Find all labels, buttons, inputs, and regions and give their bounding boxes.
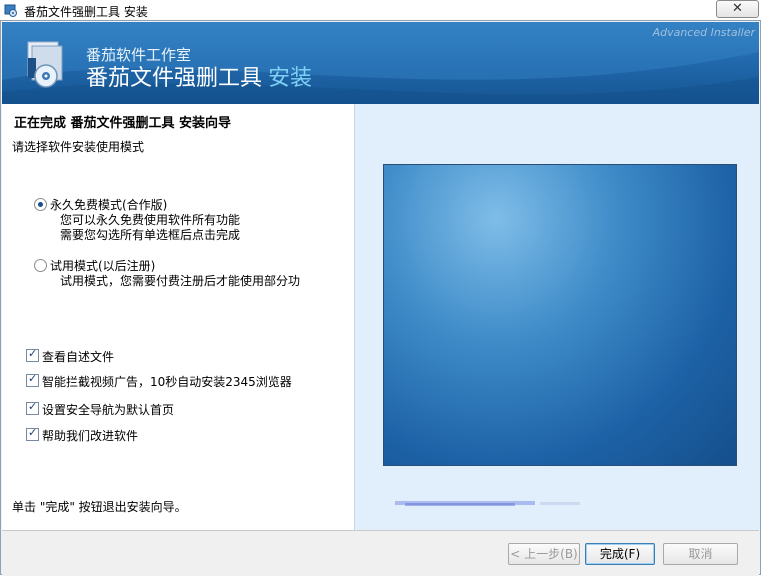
checkbox-improve[interactable] <box>26 426 39 441</box>
checkbox-readme[interactable] <box>26 347 39 362</box>
checkbox-browser-install-label[interactable]: 智能拦截视频广告，10秒自动安装2345浏览器 <box>42 373 292 390</box>
page-title: 正在完成 番茄文件强删工具 安装向导 <box>14 116 232 131</box>
checkbox-improve-label[interactable]: 帮助我们改进软件 <box>42 427 138 444</box>
blurred-link[interactable] <box>395 497 611 509</box>
window-title: 番茄文件强删工具 安装 <box>24 5 148 19</box>
banner-install-label: 安装 <box>268 66 313 91</box>
checkbox-readme-label[interactable]: 查看自述文件 <box>42 348 114 365</box>
checkbox-browser-install[interactable] <box>26 372 39 387</box>
close-icon: ✕ <box>732 1 743 16</box>
banner-product-title: 番茄文件强删工具 安装 <box>86 60 312 92</box>
preview-image <box>383 164 737 466</box>
installer-logo-icon <box>27 41 63 88</box>
radio-free-mode-desc-2: 需要您勾选所有单选框后点击完成 <box>60 228 241 242</box>
page-subtitle: 请选择软件安装使用模式 <box>12 140 145 154</box>
title-bar: 番茄文件强删工具 安装 ✕ <box>0 0 763 20</box>
checkbox-homepage-label[interactable]: 设置安全导航为默认首页 <box>42 401 174 418</box>
button-bar: < 上一步(B) 完成(F) 取消 <box>2 530 759 576</box>
exit-instruction: 单击 "完成" 按钮退出安装向导。 <box>12 500 187 514</box>
header-banner: 番茄软件工作室 番茄文件强删工具 安装 Advanced Installer <box>2 22 759 104</box>
radio-trial-mode-desc: 试用模式，您需要付费注册后才能使用部分功 <box>60 274 301 288</box>
preview-panel <box>354 104 760 530</box>
radio-trial-mode[interactable] <box>34 259 47 272</box>
banner-product-name: 番茄文件强删工具 <box>86 66 263 91</box>
back-button[interactable]: < 上一步(B) <box>508 543 580 565</box>
finish-button[interactable]: 完成(F) <box>585 543 655 565</box>
radio-free-mode[interactable] <box>34 198 47 211</box>
options-panel: 正在完成 番茄文件强删工具 安装向导 请选择软件安装使用模式 永久免费模式(合作… <box>2 104 354 530</box>
close-button[interactable]: ✕ <box>716 0 759 18</box>
cancel-button[interactable]: 取消 <box>663 543 738 565</box>
installer-app-icon <box>4 4 17 17</box>
checkbox-homepage[interactable] <box>26 400 39 415</box>
advanced-installer-watermark: Advanced Installer <box>652 26 755 39</box>
